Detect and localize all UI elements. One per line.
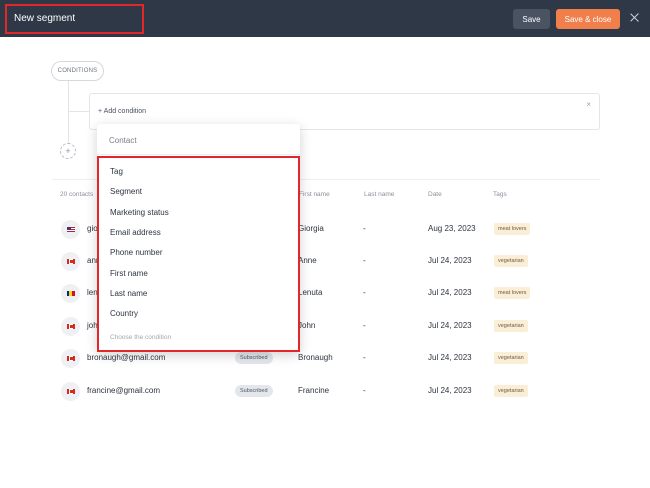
tag-badge: vegetarian: [494, 385, 528, 397]
add-condition-link[interactable]: + Add condition: [98, 108, 146, 115]
contact-email[interactable]: francine@gmail.com: [87, 386, 160, 395]
save-button[interactable]: Save: [513, 9, 550, 29]
status-badge: Subscribed: [235, 385, 273, 397]
column-header-last-name[interactable]: Last name: [364, 191, 394, 198]
flag-icon: [61, 382, 80, 401]
cell-first-name: Giorgia: [298, 224, 324, 233]
cell-first-name: Francine: [298, 386, 330, 395]
contacts-count: 20 contacts: [60, 191, 94, 198]
dropdown-footer-hint: Choose the condition: [110, 334, 172, 341]
cell-date: Jul 24, 2023: [428, 256, 472, 265]
tree-connector-vertical: [68, 81, 69, 143]
dropdown-separator: [97, 154, 300, 155]
cell-date: Jul 24, 2023: [428, 288, 472, 297]
dropdown-category-contact[interactable]: Contact: [109, 136, 137, 145]
add-group-button[interactable]: +: [60, 143, 76, 159]
close-icon[interactable]: [628, 11, 641, 24]
cell-last-name: -: [363, 288, 366, 297]
column-header-date[interactable]: Date: [428, 191, 442, 198]
cell-first-name: Bronaugh: [298, 353, 333, 362]
dropdown-item-last-name[interactable]: Last name: [110, 289, 147, 298]
cell-last-name: -: [363, 256, 366, 265]
cell-last-name: -: [363, 386, 366, 395]
flag-icon: [61, 317, 80, 336]
segment-title-field[interactable]: New segment: [5, 4, 144, 34]
flag-icon: [61, 349, 80, 368]
dropdown-item-segment[interactable]: Segment: [110, 187, 142, 196]
cell-last-name: -: [363, 353, 366, 362]
conditions-pill: CONDITIONS: [51, 61, 104, 81]
tag-badge: vegetarian: [494, 320, 528, 332]
save-close-button[interactable]: Save & close: [556, 9, 620, 29]
cell-last-name: -: [363, 321, 366, 330]
flag-icon: [61, 252, 80, 271]
tag-badge: meat lovers: [494, 287, 531, 299]
dropdown-item-country[interactable]: Country: [110, 309, 138, 318]
cell-date: Aug 23, 2023: [428, 224, 476, 233]
remove-condition-icon[interactable]: ×: [586, 100, 591, 109]
segment-title[interactable]: New segment: [14, 13, 75, 24]
tag-badge: vegetarian: [494, 255, 528, 267]
tag-badge: vegetarian: [494, 352, 528, 364]
dropdown-item-marketing-status[interactable]: Marketing status: [110, 208, 169, 217]
dropdown-item-phone-number[interactable]: Phone number: [110, 248, 162, 257]
column-header-tags[interactable]: Tags: [493, 191, 507, 198]
contact-email[interactable]: bronaugh@gmail.com: [87, 353, 165, 362]
cell-date: Jul 24, 2023: [428, 386, 472, 395]
flag-icon: [61, 220, 80, 239]
tree-connector-horizontal: [68, 111, 89, 112]
cell-date: Jul 24, 2023: [428, 353, 472, 362]
flag-icon: [61, 284, 80, 303]
plus-icon: +: [65, 146, 71, 156]
condition-dropdown: Contact Tag Segment Marketing status Ema…: [97, 124, 300, 352]
tag-badge: meat lovers: [494, 223, 531, 235]
table-row[interactable]: francine@gmail.com Subscribed Francine - Jul…: [52, 376, 600, 408]
dropdown-item-first-name[interactable]: First name: [110, 269, 148, 278]
cell-first-name: John: [298, 321, 316, 330]
top-bar: New segment Save Save & close: [0, 0, 650, 37]
cell-first-name: Anne: [298, 256, 317, 265]
dropdown-item-email-address[interactable]: Email address: [110, 228, 161, 237]
cell-date: Jul 24, 2023: [428, 321, 472, 330]
status-badge: Subscribed: [235, 352, 273, 364]
dropdown-item-tag[interactable]: Tag: [110, 167, 123, 176]
column-header-first-name[interactable]: First name: [299, 191, 330, 198]
cell-first-name: Lenuta: [298, 288, 323, 297]
cell-last-name: -: [363, 224, 366, 233]
